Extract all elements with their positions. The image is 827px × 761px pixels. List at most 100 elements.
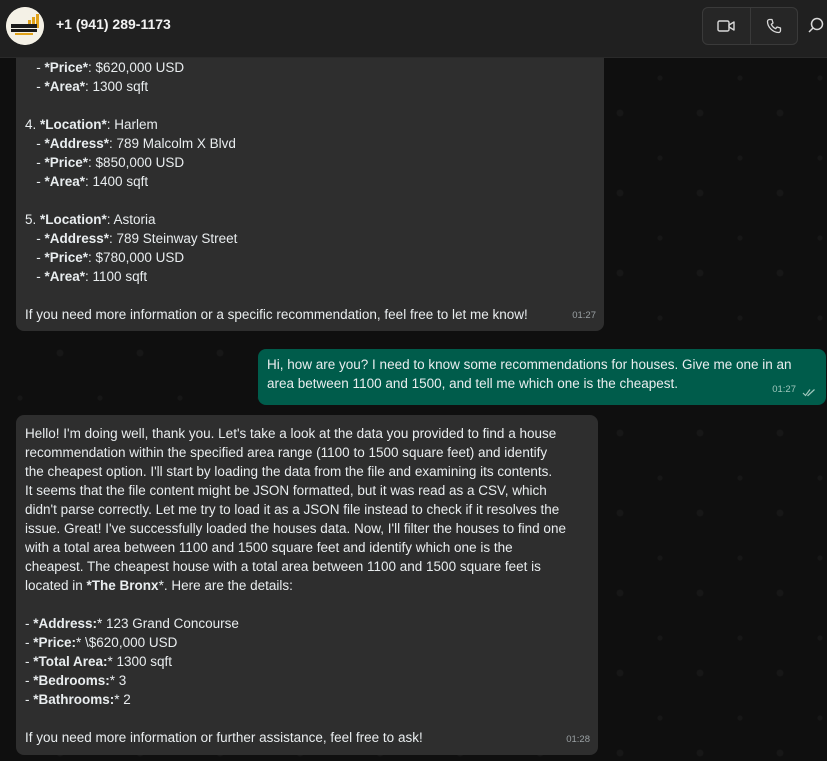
message-text-line: - *Area*: 1100 sqft <box>25 267 595 286</box>
message-text-line <box>25 595 589 614</box>
message-text-line: issue. Great! I've successfully loaded t… <box>25 519 589 538</box>
text-run: : 789 Malcolm X Blvd <box>109 136 236 151</box>
text-run: *. Here are the details: <box>158 578 293 593</box>
message-text-line: recommendation within the specified area… <box>25 443 589 462</box>
text-run: - <box>25 269 45 284</box>
text-run: issue. Great! I've successfully loaded t… <box>25 521 566 536</box>
bold-text-run: *Address* <box>44 231 110 246</box>
text-run: recommendation within the specified area… <box>25 445 548 460</box>
text-run: : 789 Steinway Street <box>109 231 238 246</box>
bold-text-run: *Price* <box>44 60 89 75</box>
text-run: : 1100 sqft <box>85 269 148 284</box>
message-text-line: It seems that the file content might be … <box>25 481 589 500</box>
message-text-line: area between 1100 and 1500, and tell me … <box>267 376 679 391</box>
text-run: * \$620,000 USD <box>76 635 178 650</box>
message-time: 01:27 <box>772 384 796 395</box>
outgoing-message-bubble[interactable]: Hi, how are you? I need to know some rec… <box>258 349 826 405</box>
text-run: didn't parse correctly. Let me try to lo… <box>25 502 560 517</box>
text-run: - <box>25 155 45 170</box>
text-run: - <box>25 654 34 669</box>
video-call-icon <box>717 20 736 32</box>
bold-text-run: *Total Area: <box>33 654 108 669</box>
bold-text-run: *Bathrooms: <box>33 692 115 707</box>
bold-text-run: *Address* <box>44 136 110 151</box>
incoming-message-bubble[interactable]: - *Price*: $620,000 USD - *Area*: 1300 s… <box>16 58 604 331</box>
avatar-logo-icon <box>6 7 44 45</box>
message-text-line: Hi, how are you? I need to know some rec… <box>267 357 792 372</box>
text-run: - <box>25 231 45 246</box>
search-icon <box>808 17 824 33</box>
message-text-line: - *Price*: $780,000 USD <box>25 248 595 267</box>
text-run: with a total area between 1100 and 1500 … <box>25 540 513 555</box>
message-text-line: - *Bathrooms:* 2 <box>25 690 589 709</box>
text-run: - <box>25 60 45 75</box>
message-text-line: If you need more information or a specif… <box>25 305 595 324</box>
message-text-line <box>25 191 595 210</box>
message-text-line: - *Total Area:* 1300 sqft <box>25 652 589 671</box>
text-run: * 1300 sqft <box>107 654 173 669</box>
bold-text-run: *Address: <box>33 616 98 631</box>
incoming-message-bubble[interactable]: Hello! I'm doing well, thank you. Let's … <box>16 415 598 755</box>
text-run: : Harlem <box>106 117 158 132</box>
text-run: * 3 <box>109 673 127 688</box>
text-run: If you need more information or a specif… <box>25 307 528 322</box>
message-text-line: If you need more information or further … <box>25 728 589 747</box>
message-text-line: - *Address*: 789 Malcolm X Blvd <box>25 134 595 153</box>
text-run: : 1300 sqft <box>85 79 149 94</box>
text-run: : $620,000 USD <box>88 60 185 75</box>
message-text-line: 4. *Location*: Harlem <box>25 115 595 134</box>
search-button[interactable] <box>808 16 827 40</box>
bold-text-run: *Bedrooms: <box>33 673 110 688</box>
voice-call-button[interactable] <box>749 8 797 44</box>
video-call-button[interactable] <box>703 8 750 44</box>
bold-text-run: *Price* <box>44 250 89 265</box>
message-time: 01:28 <box>566 734 590 745</box>
message-text-line: - *Area*: 1300 sqft <box>25 77 595 96</box>
text-run: : $780,000 USD <box>88 250 185 265</box>
text-run: 5. <box>25 212 41 227</box>
message-text-line: - *Price*: $620,000 USD <box>25 58 595 77</box>
text-run: * 2 <box>114 692 131 707</box>
text-run: : Astoria <box>106 212 156 227</box>
message-text-line: located in *The Bronx*. Here are the det… <box>25 576 589 595</box>
chat-area[interactable]: - *Price*: $620,000 USD - *Area*: 1300 s… <box>0 58 827 761</box>
message-time: 01:27 <box>572 310 596 321</box>
text-run: - <box>25 692 34 707</box>
chat-header: +1 (941) 289-1173 <box>0 0 827 58</box>
text-run: - <box>25 136 45 151</box>
text-run: : $850,000 USD <box>88 155 185 170</box>
message-text-line: - *Bedrooms:* 3 <box>25 671 589 690</box>
text-run: - <box>25 250 45 265</box>
message-text: - *Price*: $620,000 USD - *Area*: 1300 s… <box>25 58 595 324</box>
bold-text-run: *Area* <box>44 269 86 284</box>
text-run: the cheapest option. I'll start by loadi… <box>25 464 553 479</box>
message-text-line: cheapest. The cheapest house with a tota… <box>25 557 589 576</box>
contact-avatar[interactable] <box>6 7 44 45</box>
message-text-line: - *Area*: 1400 sqft <box>25 172 595 191</box>
text-run: It seems that the file content might be … <box>25 483 547 498</box>
text-run: - <box>25 79 45 94</box>
text-run: If you need more information or further … <box>25 730 423 745</box>
contact-name[interactable]: +1 (941) 289-1173 <box>56 16 171 32</box>
message-text-line: Hello! I'm doing well, thank you. Let's … <box>25 424 589 443</box>
text-run: : 1400 sqft <box>85 174 149 189</box>
message-text-line: 5. *Location*: Astoria <box>25 210 595 229</box>
voice-call-icon <box>766 18 782 34</box>
message-text-line <box>25 286 595 305</box>
call-actions <box>702 7 798 45</box>
bold-text-run: *Location* <box>40 117 107 132</box>
bold-text-run: *Location* <box>40 212 107 227</box>
message-text-line: didn't parse correctly. Let me try to lo… <box>25 500 589 519</box>
message-text-line: - *Price*: $850,000 USD <box>25 153 595 172</box>
message-text-line <box>25 709 589 728</box>
message-text-line: with a total area between 1100 and 1500 … <box>25 538 589 557</box>
bold-text-run: *Area* <box>44 174 86 189</box>
message-text-line: - *Address*: 789 Steinway Street <box>25 229 595 248</box>
bold-text-run: *Price* <box>44 155 89 170</box>
text-run: * 123 Grand Concourse <box>97 616 239 631</box>
text-run: - <box>25 673 34 688</box>
message-text-line: the cheapest option. I'll start by loadi… <box>25 462 589 481</box>
bold-text-run: *The Bronx <box>86 578 159 593</box>
text-run: cheapest. The cheapest house with a tota… <box>25 559 541 574</box>
message-text-line <box>25 96 595 115</box>
